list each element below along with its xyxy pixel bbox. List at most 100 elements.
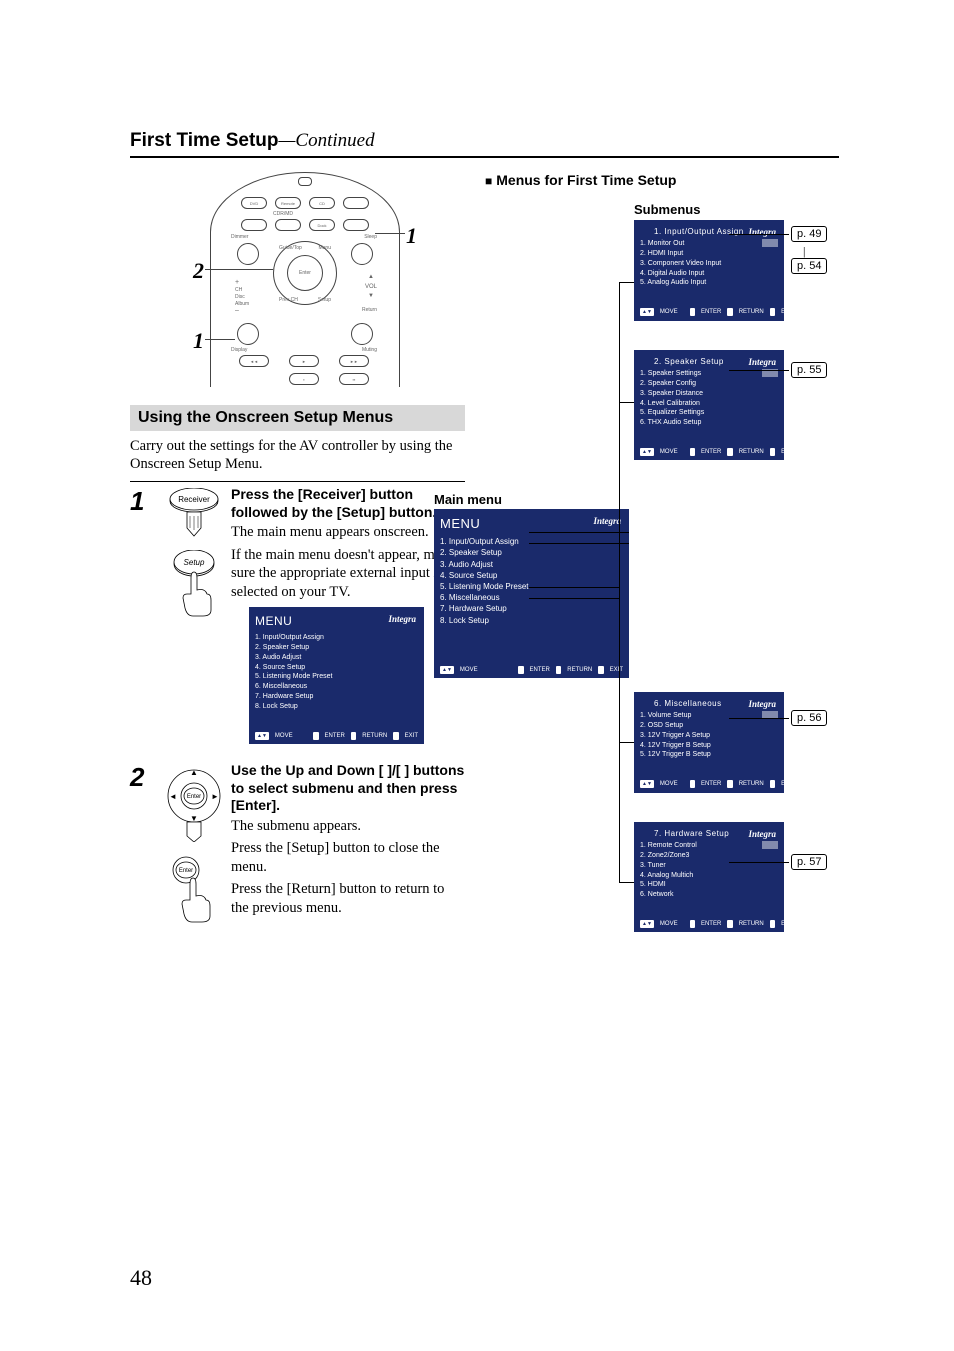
osd-item: 3. Component Video Input: [640, 259, 778, 269]
osd-footer-label: EXIT: [610, 666, 623, 674]
osd-item: 6. Miscellaneous: [255, 682, 418, 692]
key-icon: [727, 308, 732, 316]
osd-brand: Integra: [748, 226, 776, 239]
remote-label: Return: [362, 307, 377, 313]
leader-line: [619, 882, 634, 883]
key-icon: [727, 920, 732, 928]
osd-main-menu: Integra MENU 1. Input/Output Assign 2. S…: [434, 509, 629, 678]
key-icon: [393, 732, 398, 740]
leader-line: [619, 402, 634, 403]
leader-line: [729, 718, 789, 719]
step-number: 1: [130, 482, 156, 744]
osd-item: 7. Hardware Setup: [255, 692, 418, 702]
receiver-button-icon: Receiver: [167, 488, 221, 538]
remote-round-btn: [351, 323, 373, 345]
step-body-line: Press the [Return] button to return to t…: [231, 880, 465, 917]
left-column: 1 2 1 DVD Remote CD CDR/MD Dock Dimmer S…: [130, 172, 465, 1002]
osd-footer-label: MOVE: [660, 780, 678, 788]
leader-line: [619, 282, 620, 882]
remote-label: Guide/Top: [279, 245, 302, 251]
remote-btn: ►: [289, 355, 319, 367]
key-icon: [690, 448, 695, 456]
header-rule: [130, 156, 839, 158]
step-diagram: Enter ▲ ▼ ◄ ► Enter: [156, 758, 231, 926]
remote-round-btn: [351, 243, 373, 265]
osd-item: 7. Hardware Setup: [440, 603, 623, 614]
callout-1-left: 1: [193, 328, 204, 354]
leader-line: [529, 587, 619, 588]
osd-item: 1. Remote Control: [640, 842, 697, 849]
step-row: 2 Enter ▲ ▼ ◄ ►: [130, 758, 465, 926]
osd-footer: ▲▼MOVE ENTER RETURN EXIT: [440, 666, 623, 674]
remote-btn: ►►: [339, 355, 369, 367]
svg-text:Enter: Enter: [186, 794, 200, 800]
submenus-label: Submenus: [634, 202, 700, 217]
osd-footer-label: ENTER: [701, 448, 721, 456]
osd-item: 3. Audio Adjust: [255, 653, 418, 663]
osd-item: 8. Lock Setup: [255, 702, 418, 712]
remote-label: Sleep: [364, 234, 377, 240]
setup-button-finger-icon: Setup: [167, 550, 221, 618]
osd-brand: Integra: [748, 828, 776, 841]
osd-footer-label: RETURN: [567, 666, 592, 674]
osd-brand: Integra: [593, 515, 621, 528]
title-continued: —Continued: [279, 130, 375, 151]
osd-item: 1. Volume Setup: [640, 712, 691, 719]
osd-footer-label: ENTER: [325, 732, 345, 740]
svg-text:Enter: Enter: [178, 868, 192, 874]
osd-footer-label: RETURN: [739, 448, 764, 456]
page-ref-55: p. 55: [791, 362, 827, 378]
osd-footer: ▲▼MOVE ENTER RETURN EXIT: [640, 780, 778, 788]
leader-line: [529, 532, 629, 533]
step-body-line: Press the [Setup] button to close the me…: [231, 839, 465, 876]
osd-item: 5. HDMI: [640, 880, 778, 890]
remote-btn: Remote: [275, 197, 301, 209]
remote-label: Menu: [318, 245, 331, 251]
osd-item: 5. Equalizer Settings: [640, 408, 778, 418]
svg-text:Setup: Setup: [183, 558, 204, 567]
key-icon: [518, 666, 523, 674]
step-body-line: The main menu appears onscreen.: [231, 523, 465, 542]
remote-label: +CHDiscAlbum–: [235, 279, 249, 314]
osd-item: 1. Monitor Out: [640, 240, 684, 247]
osd-sub-title: 2. Speaker Setup: [654, 357, 724, 366]
remote-btn: [275, 219, 301, 231]
osd-footer-label: MOVE: [275, 732, 293, 740]
page-number: 48: [130, 1265, 152, 1291]
callout-line: [205, 339, 235, 340]
right-heading-text: Menus for First Time Setup: [496, 172, 676, 188]
dpad-enter: Enter: [287, 255, 323, 291]
osd-footer-label: RETURN: [362, 732, 387, 740]
arrows-icon: ▲▼: [640, 448, 654, 456]
step-body-line: If the main menu doesn't appear, make su…: [231, 546, 465, 602]
key-icon: [690, 780, 695, 788]
osd-item: 2. Speaker Setup: [255, 643, 418, 653]
callout-1-right: 1: [406, 223, 417, 249]
svg-text:Receiver: Receiver: [178, 495, 210, 504]
svg-text:◄: ◄: [169, 792, 177, 801]
arrows-icon: ▲▼: [640, 780, 654, 788]
page-header: First Time Setup—Continued: [130, 130, 839, 158]
osd-submenu-hardware: Integra 7. Hardware Setup 1. Remote Cont…: [634, 822, 784, 932]
arrows-icon: ▲▼: [440, 666, 454, 674]
step-number: 2: [130, 758, 156, 926]
key-icon: [690, 308, 695, 316]
remote-btn: ◄◄: [239, 355, 269, 367]
remote-round-btn: [237, 243, 259, 265]
remote-label: Muting: [362, 347, 377, 353]
osd-item: 4. Source Setup: [440, 570, 623, 581]
leader-line: [529, 598, 619, 599]
key-icon: [770, 308, 775, 316]
osd-main-menu: Integra MENU 1. Input/Output Assign 2. S…: [249, 607, 424, 744]
remote-label: Dimmer: [231, 234, 249, 240]
osd-footer: ▲▼MOVE ENTER RETURN EXIT: [640, 308, 778, 316]
step-row: 1 Receiver Setup: [130, 482, 465, 744]
osd-item: 6. THX Audio Setup: [640, 418, 778, 428]
remote-label: ▲VOL▼: [365, 273, 377, 302]
osd-item: 1. Speaker Settings: [640, 370, 701, 377]
osd-item: 5. 12V Trigger B Setup: [640, 750, 778, 760]
remote-btn: Dock: [309, 219, 335, 231]
key-icon: [727, 448, 732, 456]
callout-line: [375, 233, 405, 234]
osd-footer-label: MOVE: [660, 308, 678, 316]
